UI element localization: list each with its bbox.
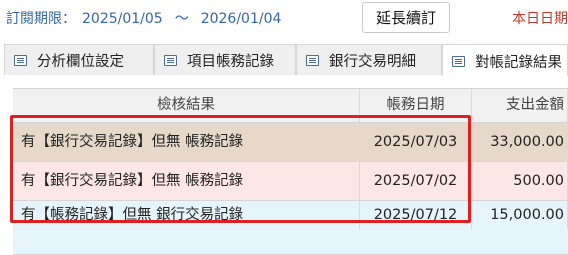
date-range-separator: ～ [174,11,189,27]
column-header-expense-amount[interactable]: 支出金額 [472,89,568,122]
subscription-period-label: 訂閱期限： [6,11,76,27]
expense-amount-cell: 15,000.00 [472,201,568,229]
ledger-date-cell: 2025/07/02 [360,162,472,200]
table-row[interactable]: 有【銀行交易記錄】但無 帳務記錄 2025/07/03 33,000.00 [13,123,568,162]
table-icon [14,54,27,66]
tab-label: 項目帳務記錄 [187,53,274,70]
tab-label: 銀行交易明細 [329,53,416,70]
table-row[interactable]: 有【帳務記錄】但無 銀行交易記錄 2025/07/12 15,000.00 [13,201,568,255]
check-result-cell: 有【銀行交易記錄】但無 帳務記錄 [13,162,360,200]
tab-bank-transaction-details[interactable]: 銀行交易明細 [296,44,442,75]
table-icon [306,54,319,66]
subscription-bar: 訂閱期限： 2025/01/05 ～ 2026/01/04 延長續訂 本日日期 [0,0,568,36]
table-icon [452,55,465,67]
subscription-end-date: 2026/01/04 [200,11,282,27]
table-icon [164,54,177,66]
tab-label: 分析欄位設定 [37,53,124,70]
ledger-date-cell: 2025/07/12 [360,201,472,229]
check-result-cell: 有【帳務記錄】但無 銀行交易記錄 [13,201,360,229]
reconciliation-grid: 檢核結果 帳務日期 支出金額 有【銀行交易記錄】但無 帳務記錄 2025/07/… [0,76,568,255]
table-row[interactable]: 有【銀行交易記錄】但無 帳務記錄 2025/07/02 500.00 [13,162,568,201]
tab-reconciliation-results[interactable]: 對帳記錄結果 [442,44,568,77]
tab-label: 對帳記錄結果 [475,54,562,71]
tab-item-ledger-records[interactable]: 項目帳務記錄 [154,44,296,75]
row-gutter [0,76,13,255]
subscription-period: 訂閱期限： 2025/01/05 ～ 2026/01/04 [6,8,281,28]
column-header-check-result[interactable]: 檢核結果 [13,89,360,122]
extend-subscription-button[interactable]: 延長續訂 [362,2,450,33]
expense-amount-cell: 33,000.00 [472,123,568,161]
today-date-label: 本日日期 [512,11,568,27]
subscription-start-date: 2025/01/05 [82,11,163,27]
column-header-ledger-date[interactable]: 帳務日期 [360,89,472,122]
grid-header: 檢核結果 帳務日期 支出金額 [13,88,568,123]
expense-amount-cell: 500.00 [472,162,568,200]
tab-bar: 分析欄位設定 項目帳務記錄 銀行交易明細 對帳記錄結果 [0,44,568,77]
ledger-date-cell: 2025/07/03 [360,123,472,161]
check-result-cell: 有【銀行交易記錄】但無 帳務記錄 [13,123,360,161]
tab-field-analysis-settings[interactable]: 分析欄位設定 [4,44,154,75]
